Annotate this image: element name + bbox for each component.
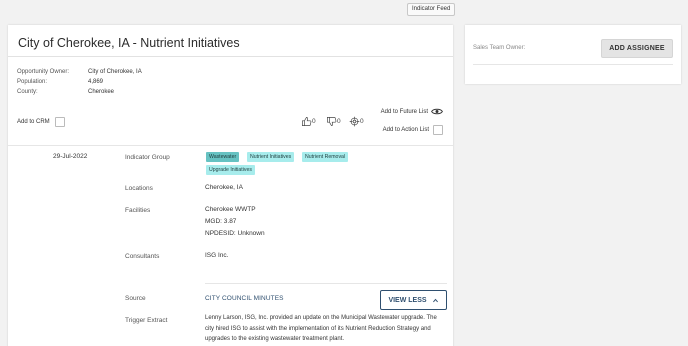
chevron-up-icon [432, 298, 438, 302]
consultants-label: Consultants [125, 253, 160, 260]
facility-mgd: MGD: 3.87 [205, 218, 237, 225]
divider [473, 64, 673, 65]
eye-icon[interactable] [431, 107, 443, 116]
facility-npdesid: NPDESID: Unknown [205, 230, 265, 237]
detail-value: Cherokee [88, 89, 115, 95]
thumbs-down-count: 0 [337, 118, 341, 125]
tag-nutrient-initiatives[interactable]: Nutrient Initiatives [247, 152, 295, 162]
consultants-value: ISG Inc. [205, 252, 229, 259]
add-to-crm: Add to CRM [17, 117, 65, 127]
thumbs-up-icon [302, 117, 312, 126]
source-link[interactable]: CITY COUNCIL MINUTES [205, 295, 284, 302]
target-icon [349, 116, 360, 127]
add-assignee-button[interactable]: ADD ASSIGNEE [601, 39, 673, 58]
add-to-action-list-label: Add to Action List [382, 127, 429, 133]
view-less-label: VIEW LESS [388, 296, 427, 304]
detail-key: Population: [17, 79, 48, 85]
add-to-future-list: Add to Future List [381, 107, 443, 116]
source-label: Source [125, 295, 146, 302]
page-title: City of Cherokee, IA - Nutrient Initiati… [18, 36, 240, 50]
record-date: 29-Jul-2022 [53, 153, 88, 160]
divider [8, 145, 453, 146]
sales-team-owner-label: Sales Team Owner: [473, 45, 526, 51]
divider [8, 56, 453, 57]
indicator-group-label: Indicator Group [125, 154, 170, 161]
detail-value: 4,869 [88, 79, 104, 85]
sales-team-panel: Sales Team Owner: ADD ASSIGNEE [465, 25, 681, 84]
tag-upgrade-initiatives[interactable]: Upgrade Initiatives [206, 165, 255, 175]
target-count: 0 [360, 118, 364, 125]
target-button[interactable]: 0 [349, 116, 364, 127]
add-to-crm-label: Add to CRM [17, 119, 50, 125]
thumbs-up-button[interactable]: 0 [301, 116, 316, 127]
locations-value: Cherokee, IA [205, 184, 243, 191]
indicator-feed-button[interactable]: Indicator Feed [407, 3, 456, 16]
facilities-label: Facilities [125, 207, 151, 214]
detail-key: Opportunity Owner: [17, 69, 70, 75]
add-to-future-list-label: Add to Future List [380, 108, 428, 115]
add-to-action-list: Add to Action List [383, 125, 443, 135]
locations-label: Locations [125, 185, 153, 192]
detail-key: County: [17, 89, 38, 95]
trigger-extract-label: Trigger Extract [125, 317, 168, 324]
trigger-extract-text: Lenny Larson, ISG, Inc. provided an upda… [205, 315, 437, 342]
opportunity-card: City of Cherokee, IA - Nutrient Initiati… [8, 25, 453, 346]
tag-wastewater[interactable]: Wastewater [206, 152, 240, 162]
tag-nutrient-removal[interactable]: Nutrient Removal [302, 152, 349, 162]
thumbs-up-count: 0 [312, 118, 316, 125]
view-less-button[interactable]: VIEW LESS [380, 290, 447, 310]
add-to-action-list-checkbox[interactable] [433, 125, 443, 135]
facility-name: Cherokee WWTP [205, 206, 256, 213]
divider [205, 283, 447, 284]
thumbs-down-button[interactable]: 0 [326, 116, 341, 127]
detail-value: City of Cherokee, IA [88, 69, 142, 75]
thumbs-down-icon [327, 117, 337, 126]
add-to-crm-checkbox[interactable] [54, 117, 65, 127]
